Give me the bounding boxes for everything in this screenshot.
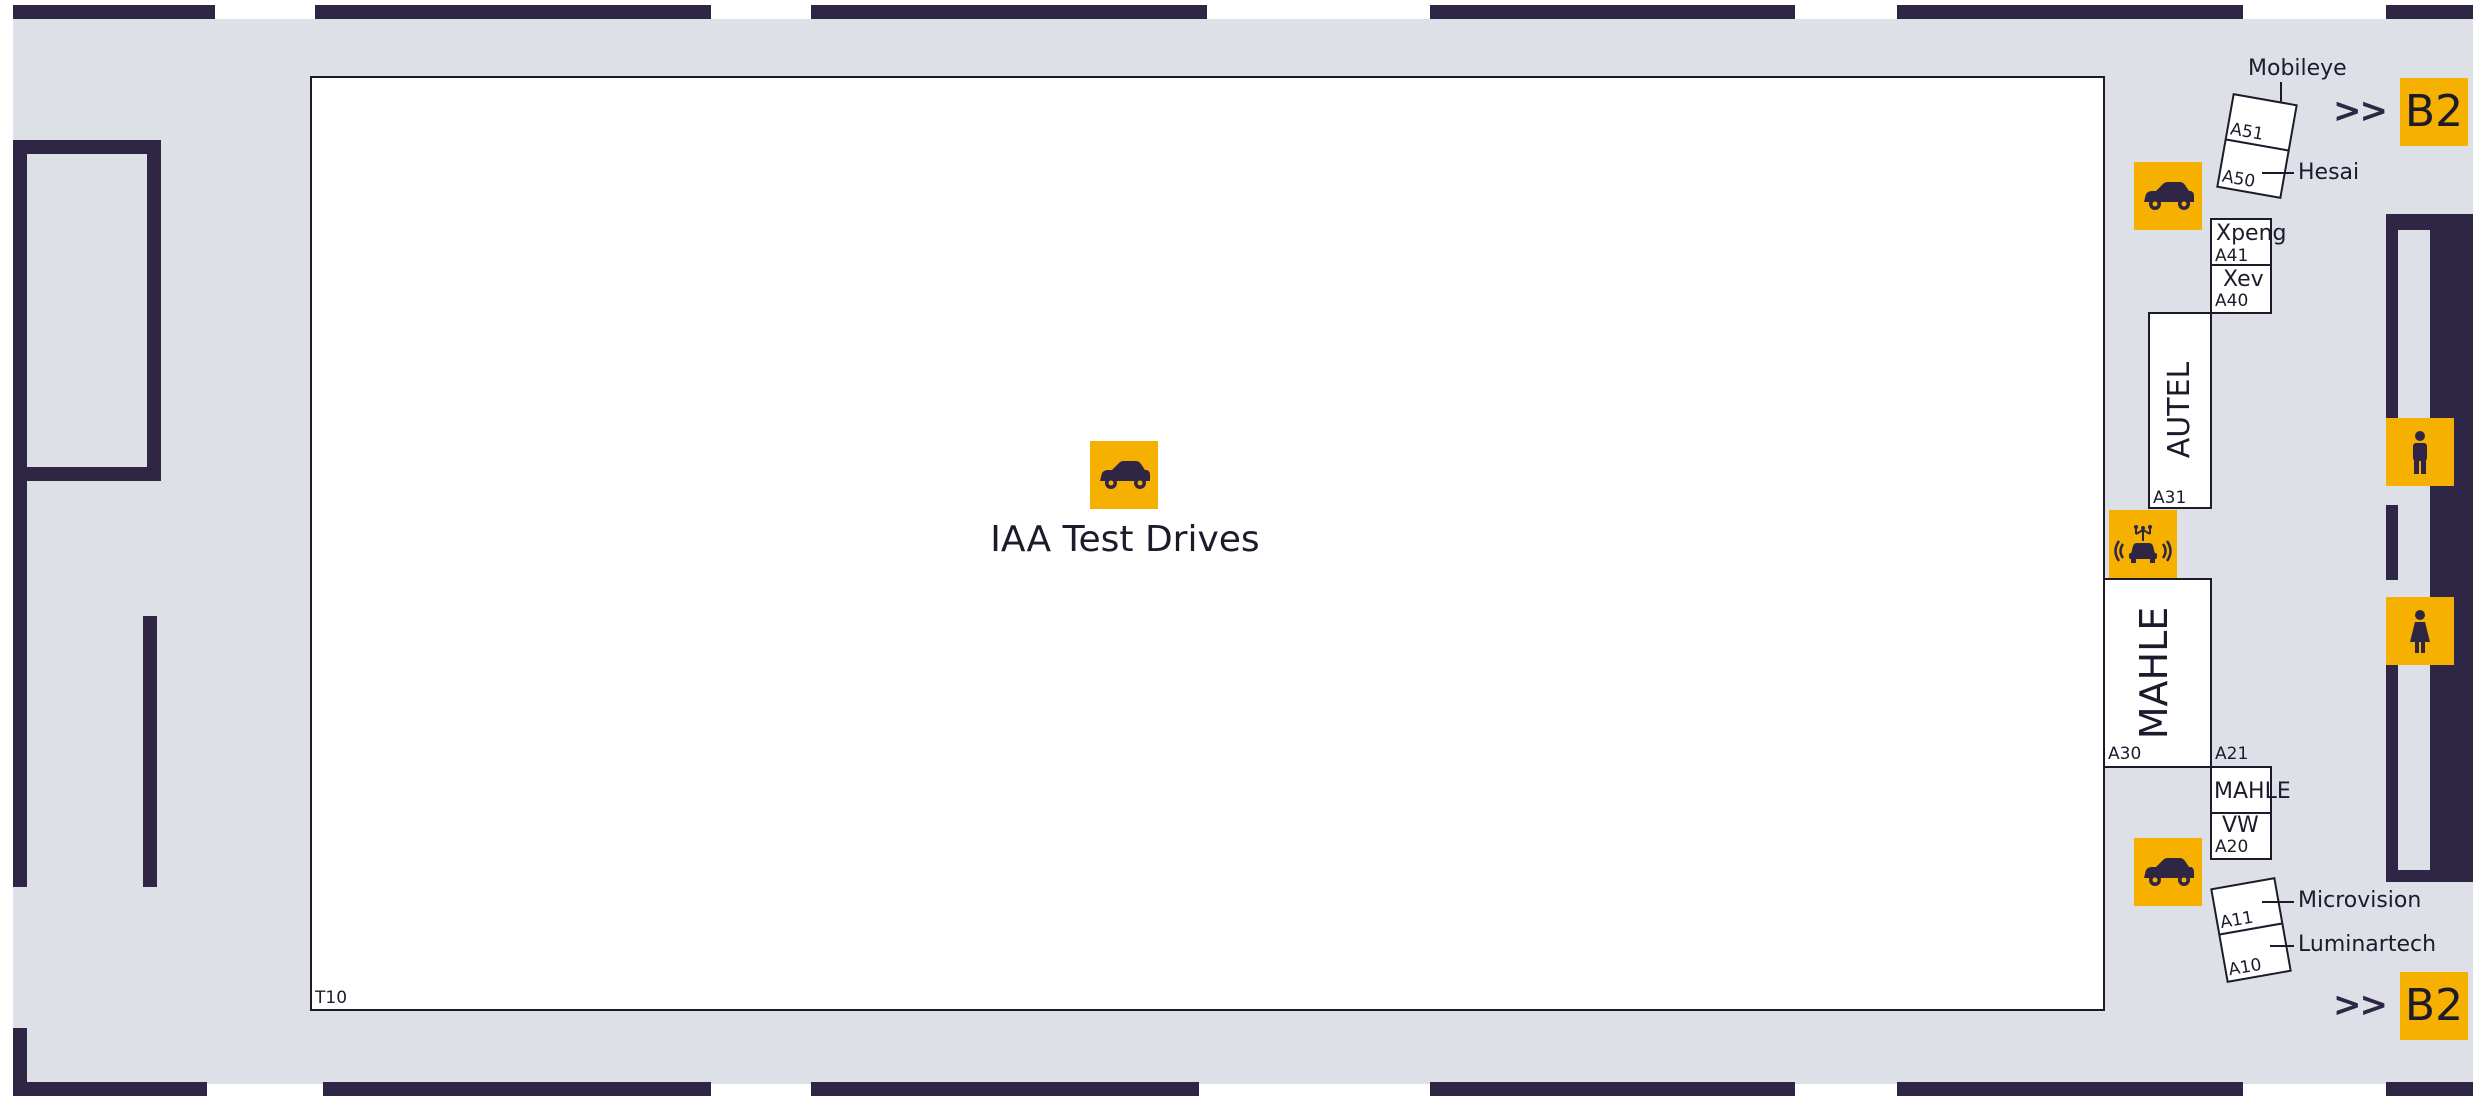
mahle-large-label: MAHLE [2132,606,2176,740]
wall-top-5 [1897,5,2243,19]
men-restroom-icon [2413,431,2427,474]
exit-b2-bottom[interactable]: B2 [2400,972,2468,1040]
wall-bottom-2 [323,1082,711,1096]
xev-label: Xev [2223,267,2264,292]
booth-a40-number: A40 [2215,291,2249,311]
right-block-inner [2398,230,2430,870]
hesai-label: Hesai [2298,160,2360,185]
women-restroom-icon [2410,610,2430,653]
exit-arrows-top: >> [2333,91,2388,131]
autonomous-car-icon [2114,525,2172,563]
microvision-leader [2262,901,2294,903]
men-restroom-box [2386,418,2454,486]
women-restroom-box [2386,597,2454,665]
wall-left-room-bottom [13,467,161,481]
booth-a21-number: A21 [2215,744,2249,764]
mahle-small-label: MAHLE [2214,779,2291,804]
wall-left-pillar [143,616,157,887]
autonomous-car-icon-box [2109,510,2177,578]
booth-a20-number: A20 [2215,837,2249,857]
car-icon [1100,461,1150,489]
wall-left-upper [13,140,27,887]
test-drive-area-number: T10 [315,988,348,1008]
luminartech-leader [2270,945,2294,947]
car-icon-box-bottom [2134,838,2202,906]
microvision-label: Microvision [2298,888,2422,913]
booth-a41-number: A41 [2215,246,2249,266]
wall-top-3 [811,5,1207,19]
car-icon [2144,182,2194,210]
wall-top-2 [315,5,711,19]
vw-label: VW [2222,813,2259,838]
exit-arrows-bottom: >> [2333,985,2388,1025]
wall-left-lower [13,1028,27,1084]
test-drive-car-box [1090,441,1158,509]
car-icon [2144,858,2194,886]
wall-bottom-4 [1430,1082,1795,1096]
xpeng-label: Xpeng [2216,221,2287,246]
wall-bottom-1 [13,1082,207,1096]
luminartech-label: Luminartech [2298,932,2437,957]
wall-bottom-5 [1897,1082,2243,1096]
mobileye-label: Mobileye [2248,56,2347,81]
booth-a31-number: A31 [2153,488,2187,508]
wall-left-room-right [147,140,161,481]
test-drive-title: IAA Test Drives [990,519,1260,560]
car-icon-box-top [2134,162,2202,230]
exit-b2-top[interactable]: B2 [2400,78,2468,146]
wall-bottom-3 [811,1082,1199,1096]
wall-top-4 [1430,5,1795,19]
wall-left-room-top [13,140,161,154]
hesai-leader [2262,172,2294,174]
booth-a30-number: A30 [2108,744,2142,764]
autel-label: AUTEL [2162,361,2197,459]
wall-top-6 [2386,5,2473,19]
wall-bottom-6 [2386,1082,2473,1096]
wall-top-1 [13,5,215,19]
